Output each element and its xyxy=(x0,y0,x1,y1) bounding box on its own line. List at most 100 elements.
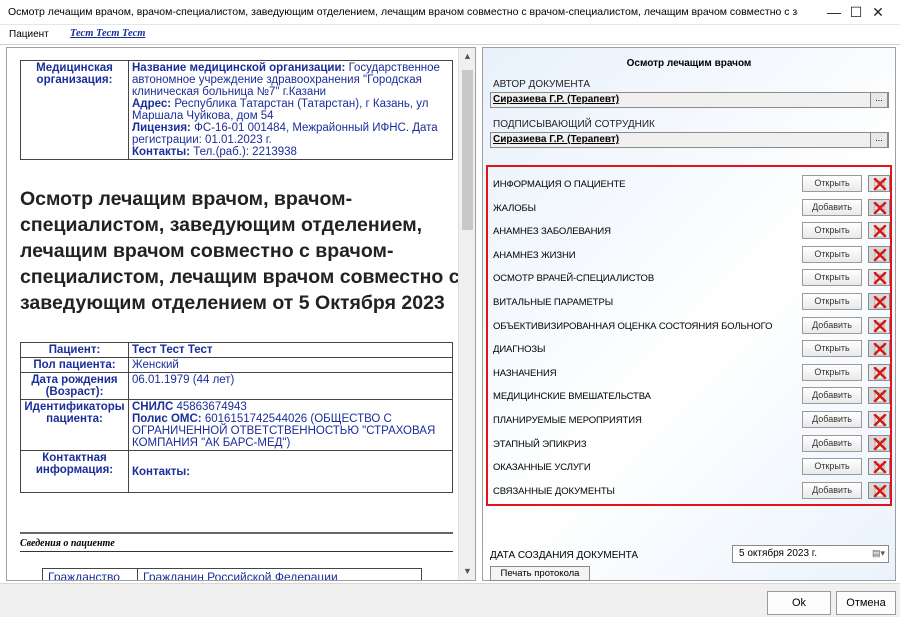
patient-label: Пациент xyxy=(9,29,49,40)
title-bar: Осмотр лечащим врачом, врачом-специалист… xyxy=(0,0,900,25)
scroll-thumb[interactable] xyxy=(462,70,473,230)
section-action-button[interactable]: Добавить xyxy=(802,411,862,428)
delete-icon xyxy=(873,390,887,403)
oms-label: Полис ОМС: xyxy=(132,413,202,425)
section-action-button[interactable]: Добавить xyxy=(802,434,862,452)
dialog-footer: Ok Отмена xyxy=(0,583,900,617)
print-protocol-button[interactable]: Печать протокола xyxy=(490,566,590,581)
delete-section-button[interactable] xyxy=(868,293,890,310)
date-picker[interactable]: 5 октября 2023 г. ▤▾ xyxy=(732,545,889,563)
document-preview[interactable]: Медицинская организация: Название медици… xyxy=(6,47,476,581)
snils: 45863674943 xyxy=(176,401,247,413)
delete-section-button[interactable] xyxy=(868,269,890,287)
delete-icon xyxy=(873,296,887,309)
section-action-button[interactable]: Добавить xyxy=(802,481,862,499)
section-action-button[interactable]: Добавить xyxy=(802,316,862,334)
delete-icon xyxy=(873,461,887,474)
delete-section-button[interactable] xyxy=(868,458,890,476)
patient-contact-label: Контактная информация: xyxy=(20,450,129,493)
section-row: ВИТАЛЬНЫЕ ПАРАМЕТРЫ Открыть xyxy=(491,293,891,312)
sections-highlight: ИНФОРМАЦИЯ О ПАЦИЕНТЕ Открыть ЖАЛОБЫ Добави… xyxy=(486,165,892,506)
section-label: ОКАЗАННЫЕ УСЛУГИ xyxy=(493,462,591,474)
patient-dob: 06.01.1979 (44 лет) xyxy=(128,372,453,400)
org-name-label: Название медицинской организации: xyxy=(132,62,346,74)
author-selector[interactable]: Сиразиева Г.Р. (Терапевт) ... xyxy=(490,92,889,108)
section-label: НАЗНАЧЕНИЯ xyxy=(493,367,557,379)
delete-section-button[interactable] xyxy=(868,175,890,192)
cancel-button[interactable]: Отмена xyxy=(836,591,896,615)
delete-section-button[interactable] xyxy=(868,245,890,263)
section-action-button[interactable]: Открыть xyxy=(802,340,862,358)
scroll-down-icon[interactable]: ▼ xyxy=(459,563,475,580)
section-action-button[interactable]: Открыть xyxy=(802,363,862,381)
section-action-button[interactable]: Открыть xyxy=(802,245,862,263)
window-title: Осмотр лечащим врачом, врачом-специалист… xyxy=(8,6,798,18)
delete-section-button[interactable] xyxy=(868,340,890,358)
patient-sex-label: Пол пациента: xyxy=(20,357,129,373)
delete-section-button[interactable] xyxy=(868,434,890,452)
section-row: АНАМНЕЗ ЗАБОЛЕВАНИЯ Открыть xyxy=(491,222,891,241)
section-action-button[interactable]: Открыть xyxy=(802,293,862,310)
citizenship-value: Гражданин Российской Федерации xyxy=(137,568,422,580)
section-label: ПЛАНИРУЕМЫЕ МЕРОПРИЯТИЯ xyxy=(493,415,642,426)
delete-section-button[interactable] xyxy=(868,316,890,334)
license-label: Лицензия: xyxy=(132,122,191,134)
section-row: ЖАЛОБЫ Добавить xyxy=(491,198,891,218)
patient-contact: Контакты: xyxy=(128,450,453,493)
address-label: Адрес: xyxy=(132,98,172,110)
section-action-button[interactable]: Открыть xyxy=(802,222,862,240)
citizenship-table: Гражданство Гражданин Российской Федерац… xyxy=(42,568,422,580)
vertical-scrollbar[interactable]: ▲ ▼ xyxy=(458,48,475,580)
patient-table: Пациент: Тест Тест Тест Пол пациента: Же… xyxy=(20,342,453,493)
section-label: ВИТАЛЬНЫЕ ПАРАМЕТРЫ xyxy=(493,297,614,308)
signer-selector[interactable]: Сиразиева Г.Р. (Терапевт) ... xyxy=(490,132,889,148)
delete-section-button[interactable] xyxy=(868,411,890,428)
section-heading: Сведения о пациенте xyxy=(20,538,115,549)
section-label: СВЯЗАННЫЕ ДОКУМЕНТЫ xyxy=(493,485,615,497)
section-label: ЭТАПНЫЙ ЭПИКРИЗ xyxy=(493,438,587,450)
section-row: ИНФОРМАЦИЯ О ПАЦИЕНТЕ Открыть xyxy=(491,175,891,194)
delete-icon xyxy=(873,225,887,238)
panel-title: Осмотр лечащим врачом xyxy=(626,58,752,69)
patient-ids-label: Идентификаторы пациента: xyxy=(20,399,129,451)
contacts: Тел.(раб.): 2213938 xyxy=(193,146,297,158)
contacts-label: Контакты: xyxy=(132,146,191,158)
section-row: НАЗНАЧЕНИЯ Открыть xyxy=(491,363,891,383)
section-action-button[interactable]: Добавить xyxy=(802,387,862,405)
signer-label: ПОДПИСЫВАЮЩИЙ СОТРУДНИК xyxy=(493,119,655,130)
section-label: МЕДИЦИНСКИЕ ВМЕШАТЕЛЬСТВА xyxy=(493,391,651,403)
section-action-button[interactable]: Открыть xyxy=(802,458,862,476)
snils-label: СНИЛС xyxy=(132,401,174,413)
signer-browse-button[interactable]: ... xyxy=(870,132,888,148)
patient-link[interactable]: Тест Тест Тест xyxy=(70,28,145,39)
delete-section-button[interactable] xyxy=(868,387,890,405)
delete-icon xyxy=(873,366,887,380)
section-underline xyxy=(20,551,453,552)
patient-dob-label: Дата рождения (Возраст): xyxy=(20,372,129,400)
section-label: АНАМНЕЗ ЗАБОЛЕВАНИЯ xyxy=(493,226,611,238)
section-action-button[interactable]: Открыть xyxy=(802,269,862,287)
section-row: СВЯЗАННЫЕ ДОКУМЕНТЫ Добавить xyxy=(491,481,891,501)
section-row: ДИАГНОЗЫ Открыть xyxy=(491,340,891,359)
scroll-up-icon[interactable]: ▲ xyxy=(459,48,475,65)
delete-section-button[interactable] xyxy=(868,481,890,499)
section-action-button[interactable]: Открыть xyxy=(802,175,862,192)
delete-icon xyxy=(873,484,887,498)
delete-section-button[interactable] xyxy=(868,198,890,216)
section-label: ОБЪЕКТИВИЗИРОВАННАЯ ОЦЕНКА СОСТОЯНИЯ БОЛ… xyxy=(493,320,773,332)
ok-button[interactable]: Ok xyxy=(767,591,831,615)
author-value: Сиразиева Г.Р. (Терапевт) xyxy=(493,94,620,105)
document-title: Осмотр лечащим врачом, врачом-специалист… xyxy=(20,188,459,314)
section-divider xyxy=(20,532,453,534)
section-action-button[interactable]: Добавить xyxy=(802,198,862,216)
delete-icon xyxy=(873,248,887,262)
author-browse-button[interactable]: ... xyxy=(870,92,888,108)
close-button[interactable]: ✕ xyxy=(856,0,900,25)
patient-name: Тест Тест Тест xyxy=(128,342,453,358)
section-row: ПЛАНИРУЕМЫЕ МЕРОПРИЯТИЯ Добавить xyxy=(491,411,891,430)
delete-section-button[interactable] xyxy=(868,363,890,381)
delete-icon xyxy=(873,319,887,332)
section-label: ОСМОТР ВРАЧЕЙ-СПЕЦИАЛИСТОВ xyxy=(493,273,655,285)
calendar-dropdown-icon[interactable]: ▤▾ xyxy=(872,548,885,559)
delete-section-button[interactable] xyxy=(868,222,890,240)
